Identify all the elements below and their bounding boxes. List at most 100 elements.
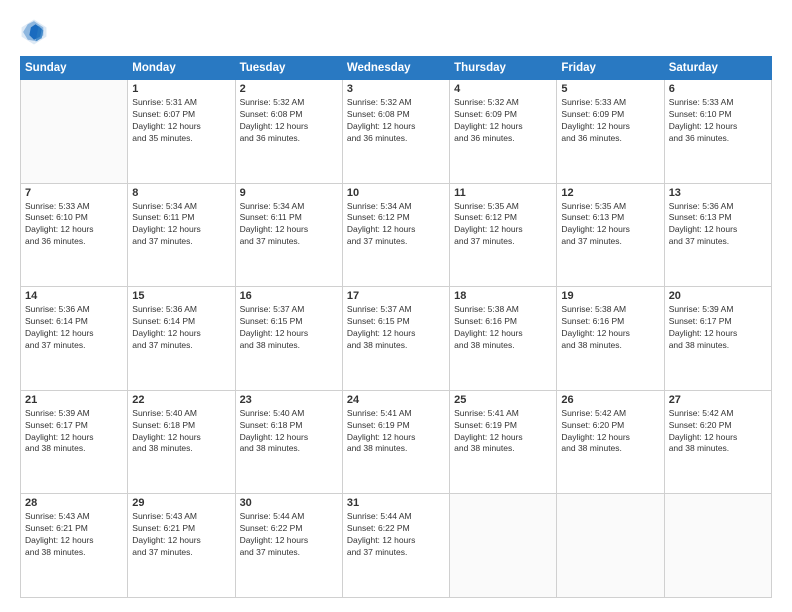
calendar-cell: 2Sunrise: 5:32 AM Sunset: 6:08 PM Daylig… — [235, 80, 342, 184]
day-number: 9 — [240, 187, 338, 199]
calendar-cell: 6 Sunrise: 5:33 AM Sunset: 6:10 PM Daylig… — [664, 80, 771, 184]
day-number: 1 — [132, 83, 230, 95]
day-number: 2 — [240, 83, 338, 95]
cell-info: Sunrise: 5:43 AM Sunset: 6:21 PM Dayligh… — [25, 511, 123, 559]
logo — [20, 18, 52, 46]
weekday-header-monday: Monday — [128, 57, 235, 80]
day-number: 26 — [561, 394, 659, 406]
calendar-cell: 23 Sunrise: 5:40 AM Sunset: 6:18 PM Dayli… — [235, 390, 342, 494]
cell-info: Sunrise: 5:31 AM Sunset: 6:07 PM Dayligh… — [132, 97, 230, 145]
week-row-2: 7 Sunrise: 5:33 AM Sunset: 6:10 PM Daylig… — [21, 183, 772, 287]
day-number: 10 — [347, 187, 445, 199]
cell-info: Sunrise: 5:37 AM Sunset: 6:15 PM Dayligh… — [347, 304, 445, 352]
weekday-header-saturday: Saturday — [664, 57, 771, 80]
calendar-cell: 5 Sunrise: 5:33 AM Sunset: 6:09 PM Daylig… — [557, 80, 664, 184]
week-row-4: 21 Sunrise: 5:39 AM Sunset: 6:17 PM Dayli… — [21, 390, 772, 494]
cell-info: Sunrise: 5:40 AM Sunset: 6:18 PM Dayligh… — [240, 408, 338, 456]
cell-info: Sunrise: 5:39 AM Sunset: 6:17 PM Dayligh… — [25, 408, 123, 456]
calendar-cell: 12 Sunrise: 5:35 AM Sunset: 6:13 PM Dayli… — [557, 183, 664, 287]
calendar-cell: 16 Sunrise: 5:37 AM Sunset: 6:15 PM Dayli… — [235, 287, 342, 391]
day-number: 6 — [669, 83, 767, 95]
cell-info: Sunrise: 5:33 AM Sunset: 6:10 PM Dayligh… — [669, 97, 767, 145]
day-number: 14 — [25, 290, 123, 302]
calendar-cell: 15 Sunrise: 5:36 AM Sunset: 6:14 PM Dayli… — [128, 287, 235, 391]
week-row-1: 1 Sunrise: 5:31 AM Sunset: 6:07 PM Daylig… — [21, 80, 772, 184]
weekday-header-tuesday: Tuesday — [235, 57, 342, 80]
day-number: 11 — [454, 187, 552, 199]
day-number: 25 — [454, 394, 552, 406]
day-number: 20 — [669, 290, 767, 302]
calendar-cell — [664, 494, 771, 598]
cell-info: Sunrise: 5:38 AM Sunset: 6:16 PM Dayligh… — [561, 304, 659, 352]
cell-info: Sunrise: 5:41 AM Sunset: 6:19 PM Dayligh… — [347, 408, 445, 456]
day-number: 7 — [25, 187, 123, 199]
calendar-cell: 25Sunrise: 5:41 AM Sunset: 6:19 PM Dayli… — [450, 390, 557, 494]
cell-info: Sunrise: 5:34 AM Sunset: 6:11 PM Dayligh… — [240, 201, 338, 249]
calendar-cell: 31 Sunrise: 5:44 AM Sunset: 6:22 PM Dayli… — [342, 494, 449, 598]
calendar-cell: 21 Sunrise: 5:39 AM Sunset: 6:17 PM Dayli… — [21, 390, 128, 494]
calendar-cell: 29 Sunrise: 5:43 AM Sunset: 6:21 PM Dayli… — [128, 494, 235, 598]
weekday-header-friday: Friday — [557, 57, 664, 80]
calendar-cell: 24 Sunrise: 5:41 AM Sunset: 6:19 PM Dayli… — [342, 390, 449, 494]
day-number: 13 — [669, 187, 767, 199]
day-number: 21 — [25, 394, 123, 406]
calendar-cell: 19 Sunrise: 5:38 AM Sunset: 6:16 PM Dayli… — [557, 287, 664, 391]
calendar-cell: 17 Sunrise: 5:37 AM Sunset: 6:15 PM Dayli… — [342, 287, 449, 391]
cell-info: Sunrise: 5:43 AM Sunset: 6:21 PM Dayligh… — [132, 511, 230, 559]
header — [20, 18, 772, 46]
cell-info: Sunrise: 5:36 AM Sunset: 6:14 PM Dayligh… — [132, 304, 230, 352]
cell-info: Sunrise: 5:37 AM Sunset: 6:15 PM Dayligh… — [240, 304, 338, 352]
calendar-cell: 10 Sunrise: 5:34 AM Sunset: 6:12 PM Dayli… — [342, 183, 449, 287]
calendar-cell — [557, 494, 664, 598]
cell-info: Sunrise: 5:42 AM Sunset: 6:20 PM Dayligh… — [561, 408, 659, 456]
day-number: 5 — [561, 83, 659, 95]
day-number: 16 — [240, 290, 338, 302]
day-number: 19 — [561, 290, 659, 302]
calendar-cell: 1 Sunrise: 5:31 AM Sunset: 6:07 PM Daylig… — [128, 80, 235, 184]
calendar-cell: 26 Sunrise: 5:42 AM Sunset: 6:20 PM Dayli… — [557, 390, 664, 494]
day-number: 12 — [561, 187, 659, 199]
day-number: 15 — [132, 290, 230, 302]
calendar-cell — [450, 494, 557, 598]
cell-info: Sunrise: 5:34 AM Sunset: 6:11 PM Dayligh… — [132, 201, 230, 249]
day-number: 17 — [347, 290, 445, 302]
day-number: 27 — [669, 394, 767, 406]
cell-info: Sunrise: 5:33 AM Sunset: 6:10 PM Dayligh… — [25, 201, 123, 249]
calendar-cell: 18 Sunrise: 5:38 AM Sunset: 6:16 PM Dayli… — [450, 287, 557, 391]
calendar-cell: 9 Sunrise: 5:34 AM Sunset: 6:11 PM Daylig… — [235, 183, 342, 287]
day-number: 3 — [347, 83, 445, 95]
day-number: 30 — [240, 497, 338, 509]
calendar-cell: 3 Sunrise: 5:32 AM Sunset: 6:08 PM Daylig… — [342, 80, 449, 184]
cell-info: Sunrise: 5:36 AM Sunset: 6:14 PM Dayligh… — [25, 304, 123, 352]
calendar-cell: 27Sunrise: 5:42 AM Sunset: 6:20 PM Dayli… — [664, 390, 771, 494]
weekday-header-row: SundayMondayTuesdayWednesdayThursdayFrid… — [21, 57, 772, 80]
day-number: 31 — [347, 497, 445, 509]
cell-info: Sunrise: 5:44 AM Sunset: 6:22 PM Dayligh… — [347, 511, 445, 559]
calendar-cell: 13 Sunrise: 5:36 AM Sunset: 6:13 PM Dayli… — [664, 183, 771, 287]
cell-info: Sunrise: 5:38 AM Sunset: 6:16 PM Dayligh… — [454, 304, 552, 352]
calendar-cell: 20 Sunrise: 5:39 AM Sunset: 6:17 PM Dayli… — [664, 287, 771, 391]
week-row-3: 14 Sunrise: 5:36 AM Sunset: 6:14 PM Dayli… — [21, 287, 772, 391]
cell-info: Sunrise: 5:32 AM Sunset: 6:09 PM Dayligh… — [454, 97, 552, 145]
weekday-header-wednesday: Wednesday — [342, 57, 449, 80]
day-number: 22 — [132, 394, 230, 406]
day-number: 28 — [25, 497, 123, 509]
day-number: 23 — [240, 394, 338, 406]
cell-info: Sunrise: 5:36 AM Sunset: 6:13 PM Dayligh… — [669, 201, 767, 249]
calendar-cell: 7 Sunrise: 5:33 AM Sunset: 6:10 PM Daylig… — [21, 183, 128, 287]
day-number: 8 — [132, 187, 230, 199]
calendar-cell: 11Sunrise: 5:35 AM Sunset: 6:12 PM Dayli… — [450, 183, 557, 287]
calendar-cell: 28 Sunrise: 5:43 AM Sunset: 6:21 PM Dayli… — [21, 494, 128, 598]
day-number: 29 — [132, 497, 230, 509]
cell-info: Sunrise: 5:32 AM Sunset: 6:08 PM Dayligh… — [347, 97, 445, 145]
page: SundayMondayTuesdayWednesdayThursdayFrid… — [0, 0, 792, 612]
cell-info: Sunrise: 5:40 AM Sunset: 6:18 PM Dayligh… — [132, 408, 230, 456]
calendar-cell: 4Sunrise: 5:32 AM Sunset: 6:09 PM Daylig… — [450, 80, 557, 184]
cell-info: Sunrise: 5:33 AM Sunset: 6:09 PM Dayligh… — [561, 97, 659, 145]
cell-info: Sunrise: 5:34 AM Sunset: 6:12 PM Dayligh… — [347, 201, 445, 249]
day-number: 24 — [347, 394, 445, 406]
cell-info: Sunrise: 5:35 AM Sunset: 6:13 PM Dayligh… — [561, 201, 659, 249]
day-number: 18 — [454, 290, 552, 302]
calendar-cell: 8 Sunrise: 5:34 AM Sunset: 6:11 PM Daylig… — [128, 183, 235, 287]
cell-info: Sunrise: 5:39 AM Sunset: 6:17 PM Dayligh… — [669, 304, 767, 352]
